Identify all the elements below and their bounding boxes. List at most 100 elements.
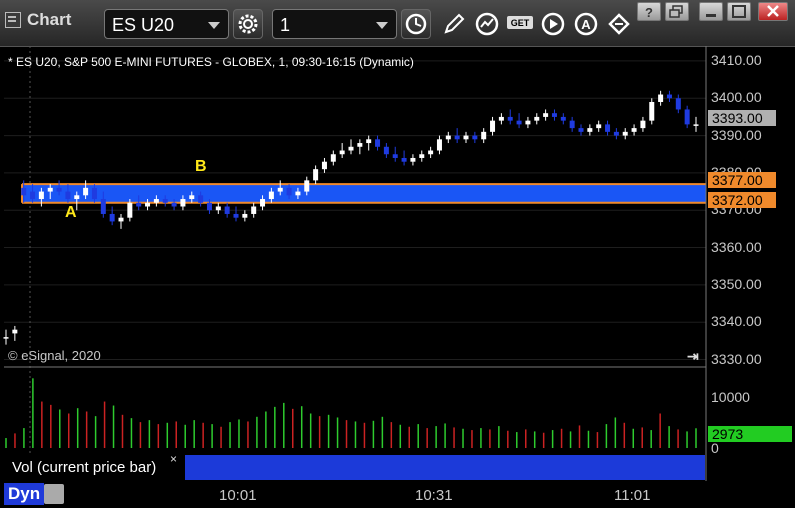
time-label: 10:31 (415, 487, 453, 504)
candle-body (313, 169, 319, 181)
candle-body (91, 187, 97, 200)
candle-body (286, 187, 292, 196)
candle-body (330, 154, 336, 162)
candle-body (587, 128, 593, 132)
candle-body (74, 195, 80, 200)
price-axis-label: 3390.00 (711, 126, 762, 143)
candle-body (481, 131, 487, 140)
candle-body (551, 113, 557, 117)
candle-body (339, 150, 345, 155)
candle-body (649, 101, 655, 121)
candle-body (206, 202, 212, 211)
candle-body (543, 113, 549, 117)
candle-body (180, 199, 186, 207)
candle-body (392, 154, 398, 158)
time-label: 11:01 (614, 487, 651, 504)
candle-body (304, 180, 310, 192)
volume-axis-bottom: 0 (711, 440, 719, 456)
candle-body (516, 120, 522, 125)
candle-body (224, 206, 230, 214)
candle-body (525, 120, 531, 125)
candle-body (640, 120, 646, 129)
candle-body (410, 157, 416, 162)
study-close-icon[interactable]: × (170, 452, 177, 466)
price-axis-label: 3410.00 (711, 51, 762, 68)
candle-body (684, 109, 690, 125)
candle-body (348, 146, 354, 151)
candle-body (445, 135, 451, 140)
candle-body (215, 206, 221, 211)
dynamic-mode-button[interactable]: Dyn (4, 483, 45, 505)
candle-body (145, 202, 151, 207)
candle-body (295, 191, 301, 196)
candle-body (383, 146, 389, 155)
go-to-end-icon[interactable]: ⇥ (687, 348, 699, 365)
candle-body (605, 124, 611, 132)
candle-body (109, 213, 115, 222)
candle-body (38, 191, 44, 200)
candle-body (534, 116, 540, 121)
candle-body (47, 187, 53, 192)
candle-body (127, 202, 133, 218)
upper-level-tag: 3377.00 (708, 172, 776, 188)
last-price-tag: 3393.00 (708, 110, 776, 126)
candle-body (136, 202, 142, 207)
candle-body (118, 217, 124, 222)
candle-body (658, 94, 664, 102)
lower-level-tag: 3372.00 (708, 192, 776, 208)
annotation-a: A (65, 204, 77, 221)
lock-icon[interactable] (44, 484, 64, 504)
candle-body (162, 199, 168, 203)
candle-body (454, 135, 460, 140)
candle-body (198, 195, 204, 203)
candle-body (472, 135, 478, 140)
study-bar (185, 455, 705, 480)
candle-body (30, 191, 36, 200)
candle-body (622, 131, 628, 136)
candle-body (357, 143, 363, 147)
price-axis-label: 3340.00 (711, 313, 762, 330)
price-zone (22, 184, 706, 203)
candle-body (596, 124, 602, 129)
study-label[interactable]: Vol (current price bar) (4, 456, 182, 480)
copyright-text: © eSignal, 2020 (8, 348, 101, 363)
price-axis-label: 3400.00 (711, 89, 762, 106)
candle-body (233, 213, 239, 218)
annotation-b: B (195, 158, 207, 175)
candle-body (666, 94, 672, 99)
candle-body (321, 161, 327, 170)
candle-body (560, 116, 566, 121)
time-label: 10:01 (219, 487, 257, 504)
candle-body (578, 128, 584, 132)
volume-axis-top: 10000 (711, 389, 750, 405)
price-chart[interactable] (0, 0, 795, 508)
candle-body (189, 195, 195, 200)
chart-legend: * ES U20, S&P 500 E-MINI FUTURES - GLOBE… (8, 55, 414, 69)
last-volume-tag: 2973 (708, 426, 792, 442)
candle-body (242, 213, 248, 218)
candle-body (277, 187, 283, 192)
candle-body (65, 191, 71, 200)
candle-body (171, 202, 177, 207)
candle-body (693, 124, 699, 126)
candle-body (21, 187, 27, 196)
candle-body (366, 139, 372, 144)
candle-body (498, 116, 504, 121)
candle-body (490, 120, 496, 132)
candle-body (83, 187, 89, 196)
candle-body (100, 199, 106, 214)
candle-body (436, 139, 442, 151)
candle-body (401, 157, 407, 162)
price-axis-label: 3330.00 (711, 350, 762, 367)
candle-body (375, 139, 381, 147)
time-axis-bar[interactable] (0, 481, 795, 508)
candle-body (428, 150, 434, 155)
candle-body (3, 337, 9, 339)
candle-body (569, 120, 575, 129)
candle-body (419, 154, 425, 158)
price-axis-label: 3350.00 (711, 275, 762, 292)
candle-body (631, 128, 637, 132)
candle-body (268, 191, 274, 200)
candle-body (12, 329, 18, 334)
candle-body (463, 135, 469, 140)
